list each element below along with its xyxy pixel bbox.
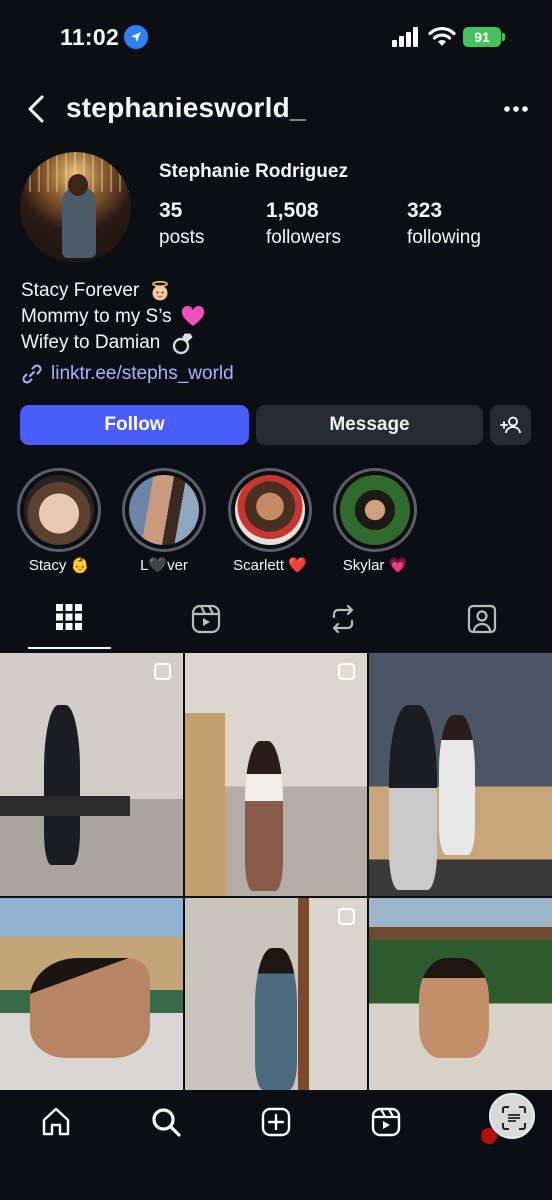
profile-bio: Stacy Forever Mommy to my S’s Wifey to D… (21, 278, 205, 356)
bio-text: Wifey to Damian (21, 332, 161, 353)
post-thumbnail[interactable] (185, 653, 367, 896)
follow-label: Follow (104, 414, 165, 435)
bio-text: Mommy to my S’s (21, 306, 172, 327)
stat-value: 323 (407, 199, 443, 222)
active-tab-indicator (28, 647, 111, 649)
suggest-people-button[interactable] (490, 405, 531, 445)
reels-icon[interactable] (370, 1106, 402, 1138)
highlight-ring (122, 468, 206, 552)
tagged-icon[interactable] (467, 604, 497, 634)
back-chevron-icon[interactable] (26, 94, 46, 124)
highlight-label: Skylar 💗 (342, 557, 408, 574)
highlight-ring (228, 468, 312, 552)
multi-photo-icon (154, 663, 171, 680)
post-subject (245, 741, 283, 891)
highlight-ring (17, 468, 101, 552)
post-thumbnail[interactable] (0, 898, 183, 1090)
link-text: linktr.ee/stephs_world (51, 363, 234, 384)
post-subject (439, 715, 475, 855)
highlight-thumbnail (24, 475, 94, 545)
stat-label: posts (159, 227, 205, 248)
multi-photo-icon (338, 663, 355, 680)
post-thumbnail[interactable] (185, 898, 367, 1090)
post-lockers (185, 713, 225, 896)
status-time: 11:02 (60, 24, 120, 50)
battery-tip (502, 33, 505, 41)
highlight-thumbnail (235, 475, 305, 545)
scan-text-icon (502, 1106, 526, 1130)
profile-avatar[interactable] (20, 152, 131, 263)
avatar-head (68, 174, 88, 196)
highlight-thumbnail (129, 475, 199, 545)
pink-heart-emoji-icon (181, 305, 204, 326)
highlight-lover[interactable]: L🖤ver (122, 468, 206, 574)
baby-angel-emoji-icon (151, 280, 168, 301)
follow-button[interactable]: Follow (20, 405, 249, 445)
multi-photo-icon (338, 908, 355, 925)
posts-grid (0, 653, 552, 1090)
post-subject (30, 958, 150, 1058)
post-subject (44, 705, 80, 865)
post-subject (389, 705, 437, 890)
profile-link[interactable]: linktr.ee/stephs_world (21, 363, 234, 385)
message-label: Message (329, 414, 410, 435)
stat-value: 1,508 (266, 199, 319, 222)
following-count[interactable]: 323 following (407, 199, 481, 249)
post-subject (419, 958, 489, 1058)
location-arrow-icon (124, 25, 148, 49)
add-person-icon (499, 416, 521, 434)
bio-text: Stacy Forever (21, 280, 140, 301)
cellular-signal-icon (392, 27, 418, 47)
highlight-thumbnail (340, 475, 410, 545)
highlight-scarlett[interactable]: Scarlett ❤️ (228, 468, 312, 574)
stat-label: following (407, 227, 481, 248)
ring-emoji-icon (172, 333, 193, 355)
battery-indicator: 91 (463, 27, 501, 47)
bio-line: Wifey to Damian (21, 330, 205, 356)
followers-count[interactable]: 1,508 followers (266, 199, 341, 249)
posts-count[interactable]: 35 posts (159, 199, 204, 249)
screenshot-action-button[interactable] (489, 1093, 535, 1139)
reels-icon[interactable] (191, 604, 221, 634)
post-thumbnail[interactable] (369, 653, 552, 896)
message-button[interactable]: Message (256, 405, 483, 445)
bio-line: Stacy Forever (21, 278, 205, 304)
highlight-ring (333, 468, 417, 552)
link-icon (22, 364, 42, 384)
avatar-figure (62, 186, 96, 258)
search-icon[interactable] (150, 1106, 182, 1138)
post-thumbnail[interactable] (0, 653, 183, 896)
more-options-icon[interactable] (503, 105, 529, 113)
home-icon[interactable] (40, 1106, 72, 1138)
profile-full-name: Stephanie Rodriguez (159, 161, 348, 182)
create-icon[interactable] (260, 1106, 292, 1138)
stat-value: 35 (159, 199, 183, 222)
post-bench (0, 796, 130, 816)
post-thumbnail[interactable] (369, 898, 552, 1090)
highlight-skylar[interactable]: Skylar 💗 (333, 468, 417, 574)
stat-label: followers (266, 227, 341, 248)
bio-line: Mommy to my S’s (21, 304, 205, 330)
reposts-icon[interactable] (329, 604, 357, 634)
post-subject (255, 948, 297, 1090)
profile-username: stephaniesworld_ (66, 92, 306, 123)
status-bar: 11:02 91 (0, 0, 552, 76)
highlight-stacy[interactable]: Stacy 👶 (17, 468, 101, 574)
wifi-icon (428, 26, 456, 46)
grid-icon[interactable] (56, 604, 82, 630)
